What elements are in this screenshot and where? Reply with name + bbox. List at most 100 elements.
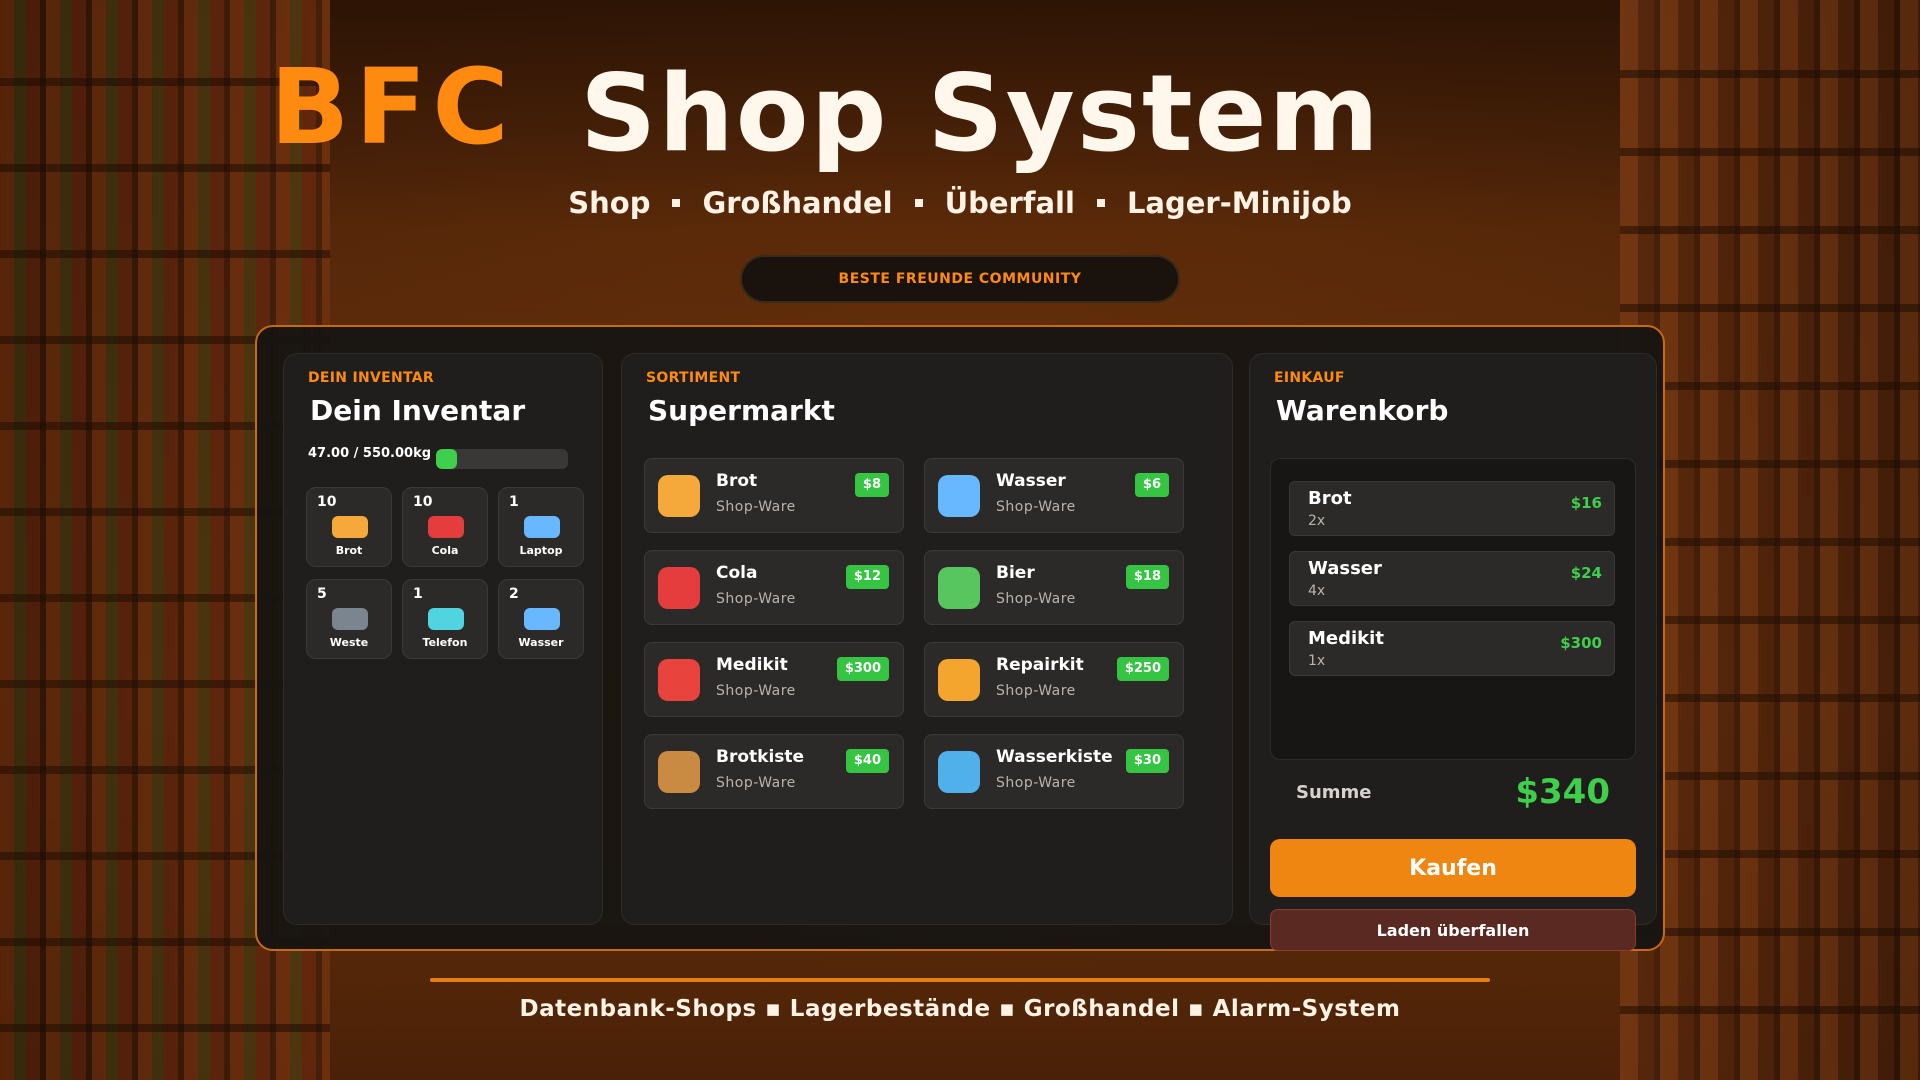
cart-item-price: $300 — [1560, 634, 1602, 652]
rob-store-button[interactable]: Laden überfallen — [1270, 909, 1636, 951]
cart-item[interactable]: Brot 2x $16 — [1289, 481, 1615, 536]
cart-card: EINKAUF Warenkorb Brot 2x $16 Wasser 4x $24 … — [1249, 353, 1657, 951]
inventory-slot[interactable]: 10 Brot — [306, 487, 392, 567]
item-icon — [332, 608, 368, 630]
slot-name: Wasser — [518, 636, 564, 649]
price-badge: $300 — [836, 657, 889, 681]
price-badge: $6 — [1134, 473, 1169, 497]
item-icon — [332, 516, 368, 538]
buy-button[interactable]: Kaufen — [1270, 839, 1636, 897]
cart-item-qty: 4x — [1308, 583, 1326, 599]
product-card-wasser[interactable]: Wasser Shop-Ware $6 — [924, 458, 1184, 533]
cart-item-name: Wasser — [1308, 558, 1382, 579]
footer-features: Datenbank-Shops ▪ Lagerbestände ▪ Großha… — [519, 996, 1401, 1022]
product-subtitle: Shop-Ware — [996, 683, 1076, 699]
cart-list: Brot 2x $16 Wasser 4x $24 Medikit 1x $300 — [1270, 458, 1636, 760]
inventory-card: DEIN INVENTAR Dein Inventar 47.00 / 550.… — [283, 353, 603, 925]
title-row: BFC Shop System — [270, 46, 1379, 175]
sum-value: $340 — [1515, 772, 1610, 812]
product-subtitle: Shop-Ware — [996, 499, 1076, 515]
cart-item[interactable]: Wasser 4x $24 — [1289, 551, 1615, 606]
price-badge: $250 — [1116, 657, 1169, 681]
inventory-slot[interactable]: 1 Telefon — [402, 579, 488, 659]
product-grid: Brot Shop-Ware $8 Wasser Shop-Ware $6 Cola Sh… — [644, 458, 1184, 809]
inventory-slot[interactable]: 5 Weste — [306, 579, 392, 659]
nav-shop[interactable]: Shop — [568, 186, 650, 220]
shop-panel: DEIN INVENTAR Dein Inventar 47.00 / 550.… — [255, 325, 1665, 951]
product-subtitle: Shop-Ware — [716, 683, 796, 699]
product-icon — [658, 475, 700, 517]
product-name: Wasser — [996, 471, 1066, 491]
price-badge: $12 — [845, 565, 889, 589]
price-badge: $8 — [854, 473, 889, 497]
slot-qty: 1 — [413, 586, 423, 602]
product-card-repairkit[interactable]: Repairkit Shop-Ware $250 — [924, 642, 1184, 717]
slot-name: Cola — [431, 544, 459, 557]
product-name: Cola — [716, 563, 758, 583]
slot-qty: 5 — [317, 586, 327, 602]
product-name: Brot — [716, 471, 758, 491]
background-shelf-right — [1620, 0, 1920, 1080]
product-icon — [938, 567, 980, 609]
community-badge: BESTE FREUNDE COMMUNITY — [740, 255, 1180, 303]
slot-name: Brot — [335, 544, 363, 557]
slot-name: Laptop — [519, 544, 563, 557]
product-card-brotkiste[interactable]: Brotkiste Shop-Ware $40 — [644, 734, 904, 809]
product-subtitle: Shop-Ware — [996, 775, 1076, 791]
product-name: Bier — [996, 563, 1035, 583]
inventory-grid: 10 Brot 10 Cola 1 Laptop 5 Weste 1 Telefon 2 W… — [306, 487, 584, 659]
cart-item-name: Medikit — [1308, 628, 1384, 649]
product-icon — [938, 659, 980, 701]
product-name: Repairkit — [996, 655, 1084, 675]
nav-lager-minijob[interactable]: Lager-Minijob — [1127, 186, 1352, 220]
inventory-slot[interactable]: 2 Wasser — [498, 579, 584, 659]
slot-name: Telefon — [422, 636, 468, 649]
nav-ueberfall[interactable]: Überfall — [945, 186, 1075, 220]
inventory-slot[interactable]: 1 Laptop — [498, 487, 584, 567]
subtitle-nav: Shop Großhandel Überfall Lager-Minijob — [0, 186, 1920, 220]
product-icon — [658, 751, 700, 793]
product-subtitle: Shop-Ware — [716, 591, 796, 607]
cart-item[interactable]: Medikit 1x $300 — [1289, 621, 1615, 676]
separator-dot — [1096, 199, 1105, 207]
nav-grosshandel[interactable]: Großhandel — [702, 186, 892, 220]
separator-dot — [672, 199, 681, 207]
inventory-title: Dein Inventar — [310, 394, 526, 427]
inventory-weight: 47.00 / 550.00kg — [308, 446, 432, 461]
product-subtitle: Shop-Ware — [716, 775, 796, 791]
product-name: Medikit — [716, 655, 788, 675]
product-card-medikit[interactable]: Medikit Shop-Ware $300 — [644, 642, 904, 717]
shop-title: Supermarkt — [648, 394, 835, 427]
slot-name: Weste — [329, 636, 369, 649]
inventory-eyebrow: DEIN INVENTAR — [308, 370, 435, 386]
price-badge: $18 — [1125, 565, 1169, 589]
price-badge: $40 — [845, 749, 889, 773]
cart-eyebrow: EINKAUF — [1274, 370, 1345, 386]
slot-qty: 2 — [509, 586, 519, 602]
product-subtitle: Shop-Ware — [716, 499, 796, 515]
inventory-slot[interactable]: 10 Cola — [402, 487, 488, 567]
product-card-wasserkiste[interactable]: Wasserkiste Shop-Ware $30 — [924, 734, 1184, 809]
product-card-bier[interactable]: Bier Shop-Ware $18 — [924, 550, 1184, 625]
product-icon — [938, 751, 980, 793]
product-icon — [658, 659, 700, 701]
product-name: Wasserkiste — [996, 747, 1113, 767]
slot-qty: 10 — [413, 494, 433, 510]
price-badge: $30 — [1125, 749, 1169, 773]
item-icon — [428, 516, 464, 538]
cart-item-price: $24 — [1570, 564, 1602, 582]
cart-title: Warenkorb — [1276, 394, 1449, 427]
product-card-brot[interactable]: Brot Shop-Ware $8 — [644, 458, 904, 533]
product-subtitle: Shop-Ware — [996, 591, 1076, 607]
cart-item-qty: 1x — [1308, 653, 1326, 669]
slot-qty: 1 — [509, 494, 519, 510]
product-card-cola[interactable]: Cola Shop-Ware $12 — [644, 550, 904, 625]
brand-logo: BFC — [270, 46, 515, 168]
page-title: Shop System — [580, 52, 1381, 175]
footer-divider — [430, 978, 1490, 982]
separator-dot — [914, 199, 923, 207]
weight-bar — [436, 449, 568, 469]
cart-item-name: Brot — [1308, 488, 1352, 509]
product-icon — [938, 475, 980, 517]
item-icon — [428, 608, 464, 630]
